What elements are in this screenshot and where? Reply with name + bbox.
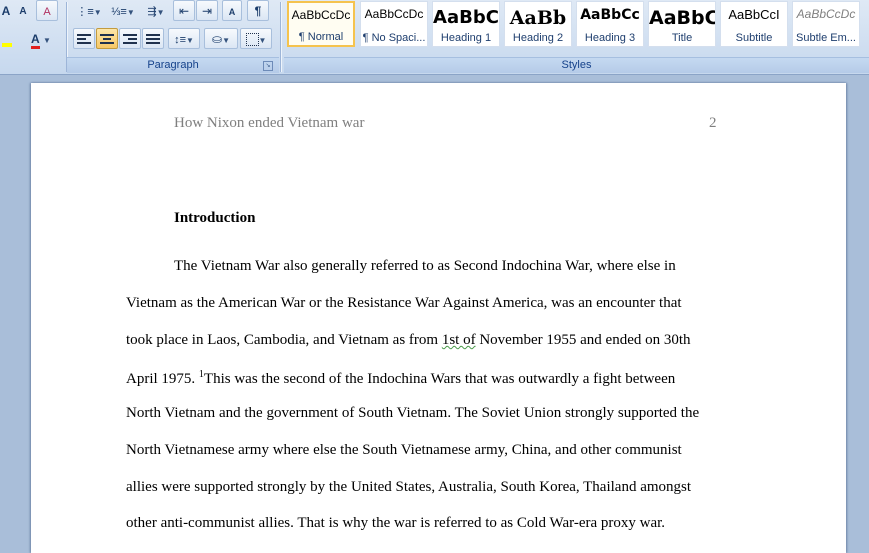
justify-button[interactable]	[142, 28, 164, 49]
body-line: took place in Laos, Cambodia, and Vietna…	[126, 332, 691, 349]
numbering-button[interactable]: ⅓≡▼	[107, 0, 139, 21]
body-line: other anti-communist allies. That is why…	[126, 515, 666, 531]
style-name: Heading 2	[512, 32, 564, 44]
clear-format-button[interactable]: A	[36, 0, 58, 21]
style-sample: AaBbCcDc	[364, 7, 424, 21]
borders-icon	[245, 33, 259, 47]
body-text: took place in Laos, Cambodia, and Vietna…	[126, 332, 439, 348]
style-heading-1[interactable]: AaBbC Heading 1	[432, 1, 500, 47]
sort-button[interactable]: A	[222, 0, 242, 21]
styles-group-label: Styles	[284, 57, 869, 73]
style-name: Subtitle	[735, 32, 773, 44]
style-sample: AaBbCcI	[728, 7, 780, 22]
body-line: The Vietnam War also generally referred …	[174, 258, 676, 274]
multilevel-list-button[interactable]: ⇶▼	[141, 0, 171, 21]
highlight-button[interactable]	[0, 28, 14, 49]
shading-button[interactable]: ⛀▼	[204, 28, 238, 49]
style-sample: AaBbCc	[580, 7, 640, 23]
style-name: ¶ Normal	[298, 31, 344, 43]
style-name: Subtle Em...	[796, 32, 856, 44]
shrink-font-button[interactable]: A	[14, 0, 32, 21]
justify-icon	[146, 33, 160, 46]
show-marks-button[interactable]: ¶	[247, 0, 269, 21]
paint-bucket-icon: ⛀	[212, 32, 223, 46]
style-sample: AaBbCcDc	[291, 8, 351, 22]
align-left-button[interactable]	[73, 28, 95, 49]
font-group: A A A A ▼	[0, 0, 64, 74]
section-heading: Introduction	[174, 210, 256, 226]
numbering-icon: ⅓≡	[111, 6, 127, 18]
style-heading-3[interactable]: AaBbCc Heading 3	[576, 1, 644, 47]
style-name: Heading 3	[584, 32, 636, 44]
style-title[interactable]: AaBbC Title	[648, 1, 716, 47]
chevron-down-icon: ▼	[156, 8, 165, 17]
chevron-down-icon: ▼	[258, 36, 267, 45]
chevron-down-icon: ▼	[186, 36, 194, 45]
increase-indent-button[interactable]: ⇥	[196, 0, 218, 21]
align-right-icon	[123, 33, 137, 46]
highlight-icon	[2, 43, 12, 47]
align-center-button[interactable]	[96, 28, 118, 49]
chevron-down-icon: ▼	[93, 8, 102, 17]
body-line: North Vietnam and the government of Sout…	[126, 405, 700, 421]
page-header-title: How Nixon ended Vietnam war	[174, 115, 365, 131]
style-normal[interactable]: AaBbCcDc ¶ Normal	[287, 1, 355, 47]
style-no-spaci[interactable]: AaBbCcDc ¶ No Spaci...	[360, 1, 428, 47]
body-line: Vietnam as the American War or the Resis…	[126, 295, 682, 311]
ribbon: A A A A ▼ ⋮≡▼ ⅓≡▼ ⇶▼ ⇤ ⇥ A ¶ ↕≡▼ ⛀▼ ▼ Pa…	[0, 0, 869, 75]
font-color-button[interactable]: A ▼	[26, 28, 62, 49]
style-sample: AaBbC	[649, 7, 715, 29]
font-color-icon: A	[31, 32, 40, 49]
body-line: allies were supported strongly by the Un…	[126, 479, 692, 495]
body-text: This was the second of the Indochina War…	[203, 371, 676, 387]
chevron-down-icon: ▼	[126, 8, 135, 17]
body-text: November 1955 and ended on 30th	[475, 332, 691, 348]
grammar-flag[interactable]: 1st of	[442, 332, 476, 348]
borders-button[interactable]: ▼	[240, 28, 272, 49]
page-number: 2	[709, 115, 717, 131]
style-sample: AaBb	[509, 7, 567, 29]
styles-group: AaBbCcDc ¶ Normal AaBbCcDc ¶ No Spaci... AaB…	[284, 0, 869, 74]
style-sample: AaBbC	[433, 7, 499, 28]
paragraph-dialog-launcher-icon[interactable]: ↘	[263, 61, 273, 71]
paragraph-group-label: Paragraph	[67, 57, 279, 73]
style-subtle-em[interactable]: AaBbCcDc Subtle Em...	[792, 1, 860, 47]
align-center-icon	[100, 33, 114, 46]
multilevel-list-icon: ⇶	[147, 6, 157, 18]
align-left-icon	[77, 33, 91, 46]
body-line: April 1975. 1This was the second of the …	[126, 369, 675, 388]
body-line: North Vietnamese army where else the Sou…	[126, 442, 682, 458]
style-sample: AaBbCcDc	[796, 7, 856, 21]
line-spacing-icon: ↕≡	[174, 34, 186, 46]
paragraph-group: ⋮≡▼ ⅓≡▼ ⇶▼ ⇤ ⇥ A ¶ ↕≡▼ ⛀▼ ▼ Paragraph ↘	[67, 0, 279, 74]
line-spacing-button[interactable]: ↕≡▼	[168, 28, 200, 49]
align-right-button[interactable]	[119, 28, 141, 49]
grow-font-button[interactable]: A	[0, 0, 12, 21]
sort-icon: A	[228, 7, 236, 17]
decrease-indent-icon: ⇤	[178, 4, 190, 18]
style-heading-2[interactable]: AaBb Heading 2	[504, 1, 572, 47]
body-text: April 1975.	[126, 371, 196, 387]
style-name: ¶ No Spaci...	[362, 32, 426, 44]
style-name: Title	[671, 32, 693, 44]
bullets-icon: ⋮≡	[76, 6, 94, 18]
style-name: Heading 1	[440, 32, 492, 44]
decrease-indent-button[interactable]: ⇤	[173, 0, 195, 21]
increase-indent-icon: ⇥	[201, 4, 213, 18]
document-page[interactable]: How Nixon ended Vietnam war 2 Introducti…	[31, 83, 846, 553]
chevron-down-icon: ▼	[222, 36, 230, 45]
chevron-down-icon: ▼	[43, 36, 51, 45]
bullets-button[interactable]: ⋮≡▼	[73, 0, 105, 21]
clear-format-icon: A	[43, 6, 51, 18]
style-subtitle[interactable]: AaBbCcI Subtitle	[720, 1, 788, 47]
